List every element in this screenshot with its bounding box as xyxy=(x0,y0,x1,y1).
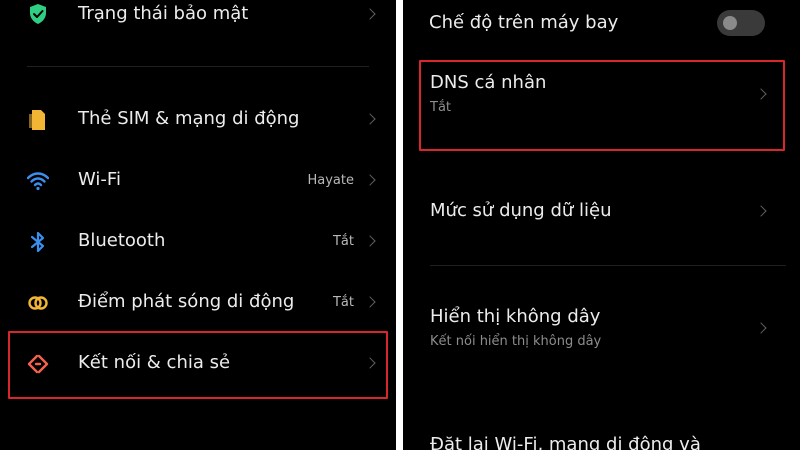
wifi-item[interactable]: Wi-Fi Hayate xyxy=(0,161,396,201)
divider xyxy=(430,265,786,266)
mobile-hotspot-item[interactable]: Điểm phát sóng di động Tắt xyxy=(0,283,396,323)
data-usage-item[interactable]: Mức sử dụng dữ liệu xyxy=(403,190,800,230)
chevron-right-icon xyxy=(364,8,376,20)
sim-mobile-network-item[interactable]: Thẻ SIM & mạng di động xyxy=(0,100,396,140)
reset-network-item[interactable]: Đặt lại Wi-Fi, mạng di động và xyxy=(403,428,800,450)
mobile-hotspot-status: Tắt xyxy=(332,295,354,310)
highlight-box-connection-sharing xyxy=(8,331,388,399)
airplane-mode-item[interactable]: Chế độ trên máy bay xyxy=(403,4,800,44)
wireless-display-description: Kết nối hiển thị không dây xyxy=(430,334,602,349)
hotspot-icon xyxy=(28,296,48,310)
sim-mobile-network-label: Thẻ SIM & mạng di động xyxy=(78,108,300,129)
airplane-mode-toggle[interactable] xyxy=(717,10,765,36)
airplane-mode-label: Chế độ trên máy bay xyxy=(429,12,619,33)
wifi-network-name: Hayate xyxy=(307,173,355,188)
sim-card-icon xyxy=(29,110,45,130)
highlight-box-private-dns xyxy=(419,60,785,151)
mobile-hotspot-label: Điểm phát sóng di động xyxy=(78,291,295,312)
chevron-right-icon xyxy=(364,113,376,125)
security-status-label: Trạng thái bảo mật xyxy=(78,3,249,24)
left-settings-panel: Trạng thái bảo mật Thẻ SIM & mạng di độn… xyxy=(0,0,396,450)
data-usage-label: Mức sử dụng dữ liệu xyxy=(430,200,612,221)
wifi-icon xyxy=(27,172,49,191)
bluetooth-status: Tắt xyxy=(332,234,354,249)
shield-check-icon xyxy=(30,4,46,24)
divider xyxy=(27,66,369,67)
chevron-right-icon xyxy=(364,235,376,247)
chevron-right-icon xyxy=(364,296,376,308)
bluetooth-item[interactable]: Bluetooth Tắt xyxy=(0,222,396,262)
security-status-item[interactable]: Trạng thái bảo mật xyxy=(0,0,396,32)
right-settings-panel: Chế độ trên máy bay DNS cá nhân Tắt Mức … xyxy=(403,0,800,450)
wireless-display-item[interactable]: Hiển thị không dây Kết nối hiển thị khôn… xyxy=(403,300,800,356)
bluetooth-label: Bluetooth xyxy=(78,230,166,251)
chevron-right-icon xyxy=(364,174,376,186)
chevron-right-icon xyxy=(755,322,767,334)
toggle-knob xyxy=(723,16,737,30)
wifi-label: Wi-Fi xyxy=(78,169,121,190)
bluetooth-icon xyxy=(30,231,45,253)
chevron-right-icon xyxy=(755,205,767,217)
reset-network-label: Đặt lại Wi-Fi, mạng di động và xyxy=(430,434,701,450)
wireless-display-label: Hiển thị không dây xyxy=(430,306,601,327)
